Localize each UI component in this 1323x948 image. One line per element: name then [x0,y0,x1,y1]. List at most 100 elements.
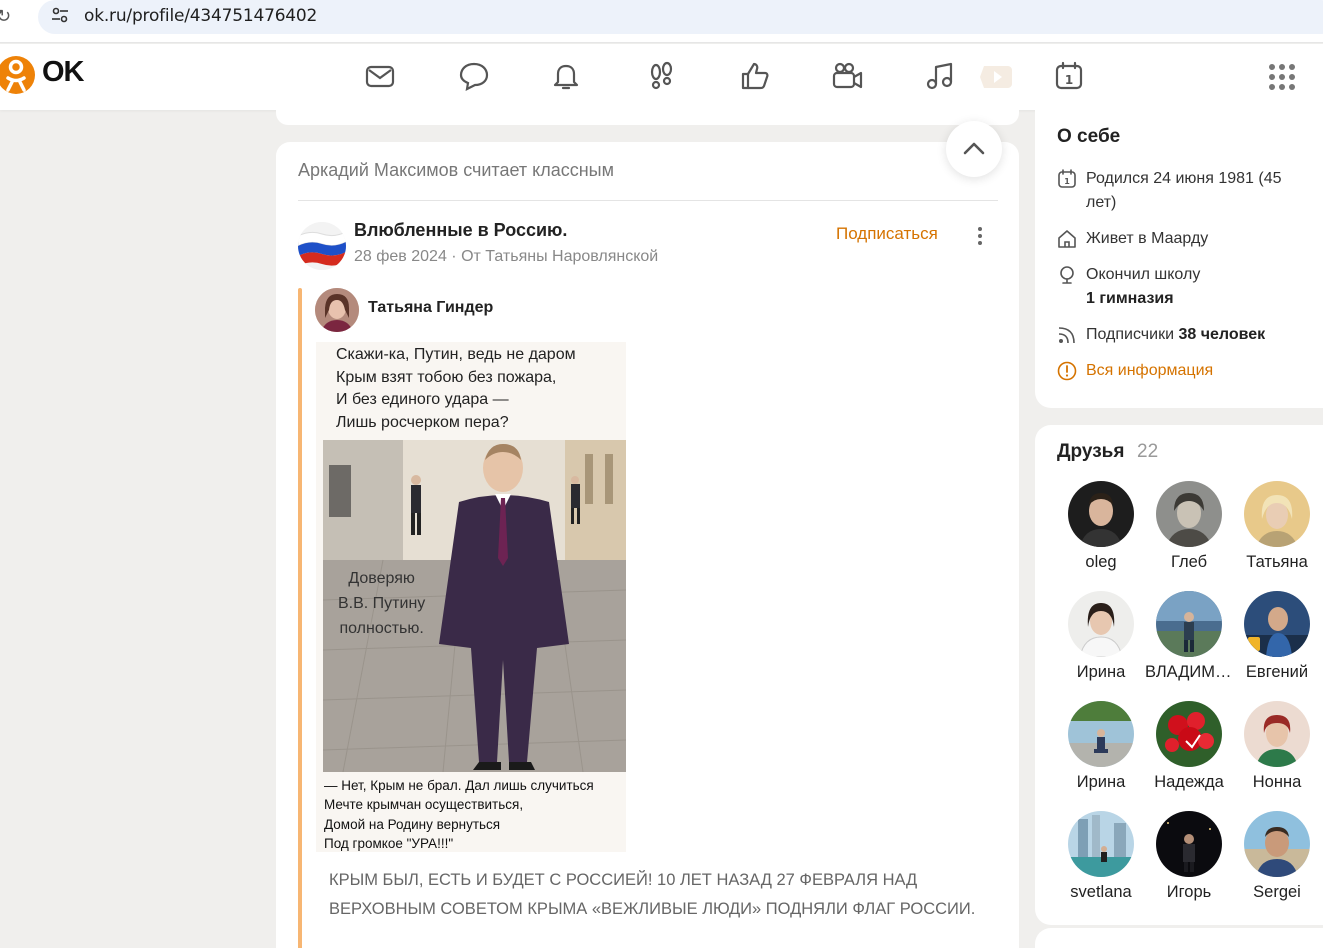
friend-item[interactable]: svetlana [1057,811,1145,902]
reload-icon[interactable]: ↻ [0,6,11,27]
followers-label: Подписчики [1086,326,1175,343]
about-location: Живет в Маарду [1057,227,1317,251]
scroll-to-top-button[interactable] [946,121,1002,177]
footprints-icon[interactable] [645,60,677,92]
group-name[interactable]: Влюбленные в Россию. [354,220,567,241]
birthday-text: Родился 24 июня 1981 (45 лет) [1086,170,1282,211]
bell-icon[interactable] [550,60,582,92]
friend-item[interactable]: oleg [1057,481,1145,572]
site-settings-icon[interactable] [50,5,70,25]
url-text[interactable]: ok.ru/profile/434751476402 [84,6,317,26]
avatar[interactable] [1156,811,1222,877]
friend-name[interactable]: ВЛАДИМИР [1145,663,1233,682]
author-avatar[interactable] [315,288,359,332]
music-icon[interactable] [924,60,956,92]
svg-text:1: 1 [1065,73,1073,87]
friend-item[interactable]: ВЛАДИМИР [1145,591,1233,682]
friend-item[interactable]: Глеб [1145,481,1233,572]
video-camera-icon[interactable] [831,60,863,92]
friend-name[interactable]: Татьяна [1233,553,1321,572]
rss-icon [1058,327,1075,344]
about-title: О себе [1057,126,1121,147]
like-icon[interactable] [739,60,771,92]
friend-item[interactable]: Евгений [1233,591,1321,682]
group-avatar[interactable] [298,222,346,270]
friend-item[interactable]: Ирина [1057,701,1145,792]
friend-name[interactable]: Ирина [1057,663,1145,682]
avatar[interactable] [1244,591,1310,657]
avatar[interactable] [1068,481,1134,547]
next-card-top [1035,928,1323,948]
meta-separator: · [451,248,462,265]
about-followers[interactable]: Подписчики 38 человек [1057,323,1317,347]
friend-item[interactable]: Sergei [1233,811,1321,902]
calendar-icon[interactable]: 1 [1053,60,1085,92]
liked-by-text[interactable]: Аркадий Максимов считает классным [298,160,614,181]
avatar[interactable] [1068,591,1134,657]
avatar[interactable] [1156,591,1222,657]
about-card: О себе 1 Родился 24 июня 1981 (45 лет) Ж… [1035,110,1323,408]
friends-count: 22 [1137,441,1159,462]
home-icon [1058,230,1076,248]
post-from[interactable]: От Татьяны Наровлянской [461,248,658,265]
ok-logo-icon[interactable] [0,48,36,102]
friend-name[interactable]: Ирина [1057,773,1145,792]
followers-text: Подписчики 38 человек [1086,323,1316,347]
logo-text[interactable]: OK [42,56,84,89]
friend-name[interactable]: Надежда [1145,773,1233,792]
avatar[interactable] [1068,811,1134,877]
friend-name[interactable]: Глеб [1145,553,1233,572]
friends-card: Друзья 22 oleg Глеб Татьяна Ирина ВЛАДИМ… [1035,425,1323,925]
subscribe-button[interactable]: Подписаться [836,224,938,244]
friend-name[interactable]: oleg [1057,553,1145,572]
avatar[interactable] [1244,481,1310,547]
author-name[interactable]: Татьяна Гиндер [368,299,493,317]
about-all-info[interactable]: Вся информация [1057,359,1317,383]
school-text: Окончил школу 1 гимназия [1086,263,1316,311]
school-name[interactable]: 1 гимназия [1086,290,1174,307]
friend-name[interactable]: Sergei [1233,883,1321,902]
post-date[interactable]: 28 фев 2024 [354,248,447,265]
repost-indicator [298,288,302,948]
play-icon[interactable] [980,60,1012,92]
avatar[interactable] [1156,701,1222,767]
all-info-link[interactable]: Вся информация [1086,359,1316,383]
site-header: OK 1 [0,44,1323,110]
divider [298,200,998,201]
avatar[interactable] [1244,811,1310,877]
friends-title[interactable]: Друзья [1057,441,1124,463]
school-label: Окончил школу [1086,266,1201,283]
friend-name[interactable]: Нонна [1233,773,1321,792]
post-image[interactable]: Скажи-ка, Путин, ведь не даром Крым взят… [316,342,626,852]
friend-item[interactable]: Татьяна [1233,481,1321,572]
school-icon [1060,266,1074,284]
svg-text:1: 1 [1064,177,1070,186]
image-poem-top: Скажи-ка, Путин, ведь не даром Крым взят… [336,346,576,431]
avatar[interactable] [1068,701,1134,767]
friend-item[interactable]: Ирина [1057,591,1145,682]
image-caption: Доверяю В.В. Путину полностью. [338,570,426,637]
feed-post-card: Аркадий Максимов считает классным Влюбле… [276,142,1019,948]
mail-icon[interactable] [364,60,396,92]
friend-name[interactable]: Игорь [1145,883,1233,902]
post-text: КРЫМ БЫЛ, ЕСТЬ И БУДЕТ С РОССИЕЙ! 10 ЛЕТ… [329,871,976,918]
chat-icon[interactable] [458,60,490,92]
friend-item[interactable]: Надежда [1145,701,1233,792]
browser-address-bar: ↻ ok.ru/profile/434751476402 [0,0,1323,43]
friend-item[interactable]: Нонна [1233,701,1321,792]
location-text[interactable]: Живет в Маарду [1086,227,1316,251]
image-poem-bottom: — Нет, Крым не брал. Дал лишь случиться … [324,778,594,851]
more-options-icon[interactable] [976,226,984,246]
about-birthday: 1 Родился 24 июня 1981 (45 лет) [1057,167,1317,217]
friend-name[interactable]: Евгений [1233,663,1321,682]
avatar[interactable] [1244,701,1310,767]
friend-item[interactable]: Игорь [1145,811,1233,902]
avatar[interactable] [1156,481,1222,547]
followers-count[interactable]: 38 человек [1178,326,1265,343]
chevron-up-icon [963,142,985,155]
calendar-icon: 1 [1058,169,1076,188]
post-meta: 28 фев 2024 · От Татьяны Наровлянской [354,248,658,266]
friend-name[interactable]: svetlana [1057,883,1145,902]
about-school: Окончил школу 1 гимназия [1057,263,1317,313]
apps-grid-icon[interactable] [1268,63,1296,91]
